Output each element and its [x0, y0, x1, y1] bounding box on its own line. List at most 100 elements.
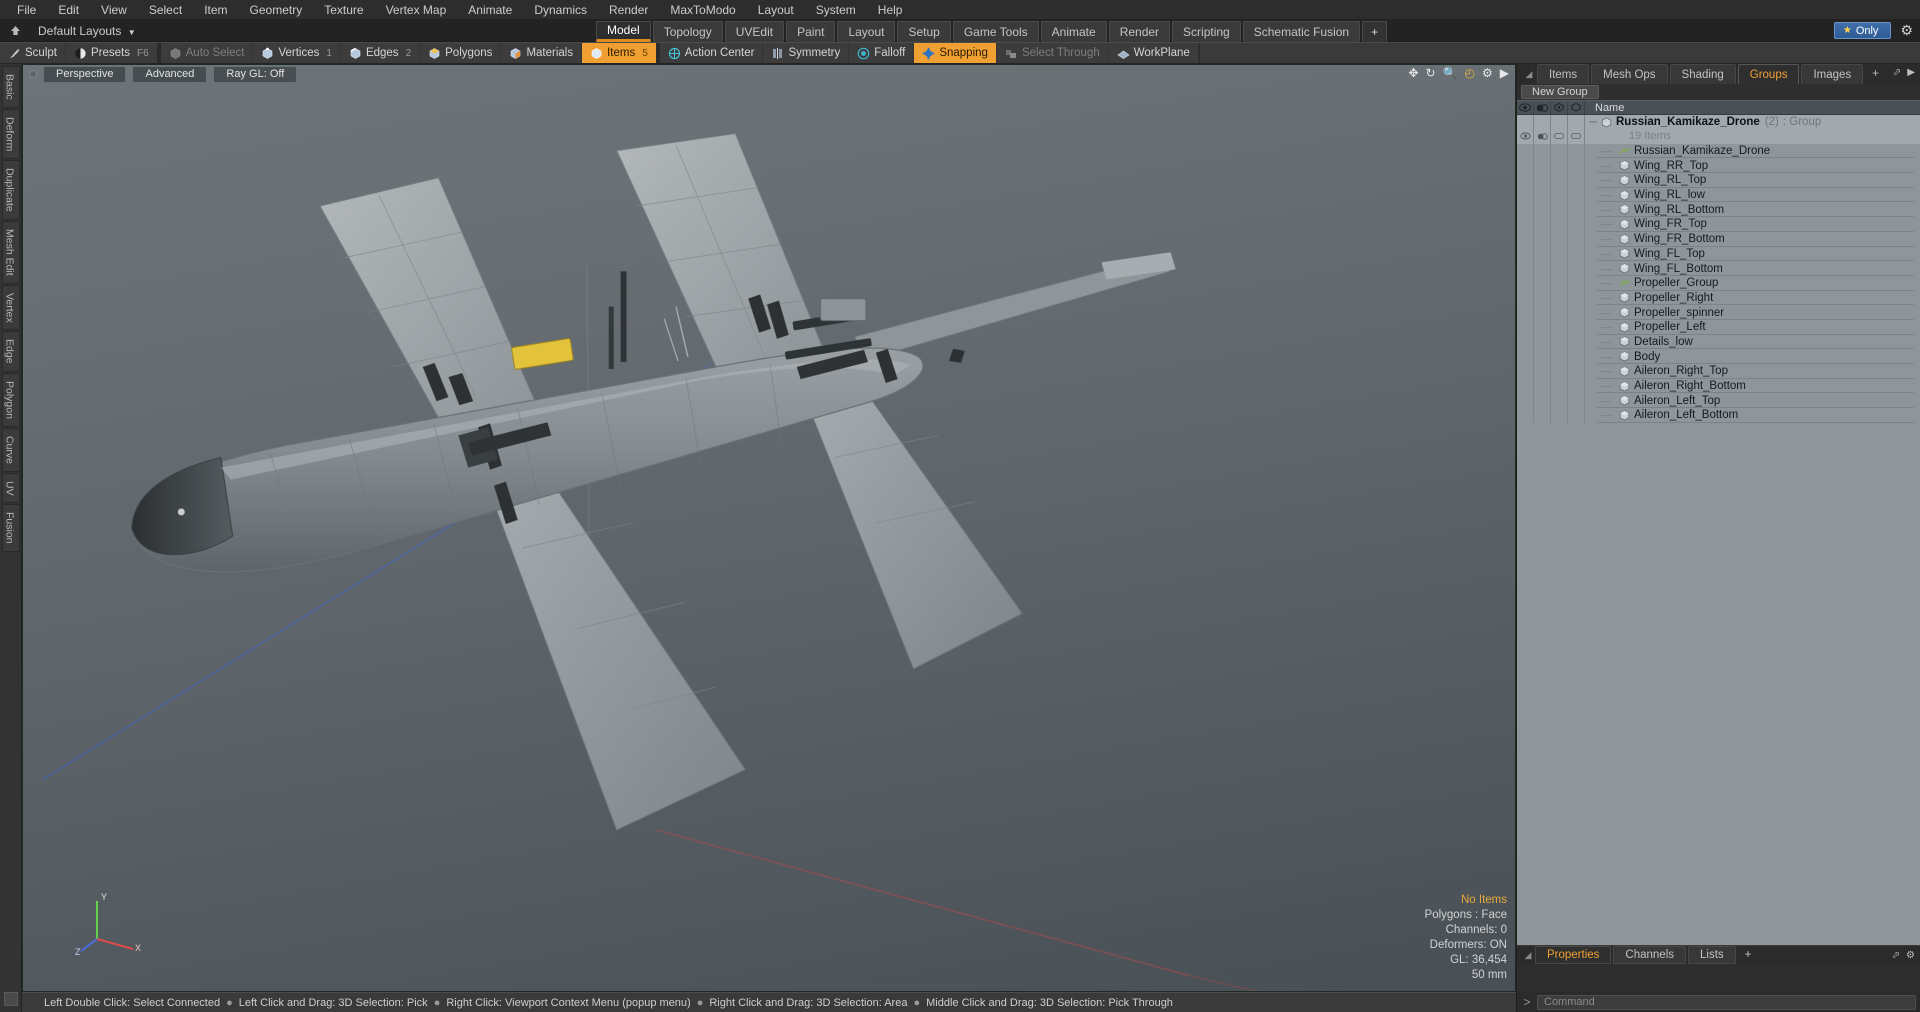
rail-tab-fusion[interactable]: Fusion	[1, 504, 20, 552]
layout-tab-topology[interactable]: Topology	[652, 21, 723, 42]
tree-row-item[interactable]: —· Details_low	[1517, 334, 1920, 350]
row-eye-toggle[interactable]	[1517, 261, 1534, 276]
layout-tab-uvedit[interactable]: UVEdit	[724, 21, 785, 42]
row-shade-toggle[interactable]	[1568, 364, 1585, 379]
row-shade-toggle[interactable]	[1568, 275, 1585, 291]
tree-row-item[interactable]: —· Propeller_Group	[1517, 275, 1920, 291]
row-eye-toggle[interactable]	[1517, 129, 1534, 144]
row-render-toggle[interactable]	[1534, 202, 1551, 218]
render-icon[interactable]	[1534, 101, 1551, 114]
default-layouts-dropdown[interactable]: Default Layouts ▼	[32, 22, 142, 40]
tree-row-item[interactable]: —· Aileron_Left_Top	[1517, 393, 1920, 409]
rail-options-button[interactable]	[3, 992, 18, 1006]
fit-icon[interactable]: ◴	[1465, 67, 1475, 79]
row-eye-toggle[interactable]	[1517, 364, 1534, 379]
panel-tab-add[interactable]: +	[1865, 64, 1886, 84]
row-shade-toggle[interactable]	[1568, 378, 1585, 394]
new-group-button[interactable]: New Group	[1521, 85, 1599, 99]
menu-file[interactable]: File	[6, 1, 47, 19]
play-icon[interactable]: ▶	[1500, 67, 1509, 79]
menu-system[interactable]: System	[805, 1, 867, 19]
command-input[interactable]	[1537, 994, 1916, 1010]
panel-tab-shading[interactable]: Shading	[1669, 64, 1736, 84]
menu-help[interactable]: Help	[867, 1, 914, 19]
tool-action-center[interactable]: Action Center	[659, 43, 764, 63]
row-render-toggle[interactable]	[1534, 261, 1551, 276]
row-lock-toggle[interactable]	[1551, 334, 1568, 350]
row-render-toggle[interactable]	[1534, 334, 1551, 350]
tool-select-through[interactable]: Select Through	[996, 43, 1109, 63]
eye-icon[interactable]	[1517, 101, 1534, 114]
row-eye-toggle[interactable]	[1517, 143, 1534, 159]
row-lock-toggle[interactable]	[1551, 305, 1568, 320]
rail-tab-mesh-edit[interactable]: Mesh Edit	[1, 220, 20, 284]
row-shade-toggle[interactable]	[1568, 115, 1585, 129]
row-lock-toggle[interactable]	[1551, 129, 1568, 144]
tool-sculpt[interactable]: Sculpt	[0, 43, 66, 63]
menu-view[interactable]: View	[90, 1, 138, 19]
menu-render[interactable]: Render	[598, 1, 659, 19]
row-lock-toggle[interactable]	[1551, 408, 1568, 423]
row-eye-toggle[interactable]	[1517, 275, 1534, 291]
3d-viewport[interactable]: Perspective Advanced Ray GL: Off ✥ ↻ 🔍 ◴…	[22, 64, 1516, 992]
rail-tab-deform[interactable]: Deform	[1, 108, 20, 160]
expand-icon[interactable]: ⬀	[1892, 950, 1900, 961]
row-lock-toggle[interactable]	[1551, 319, 1568, 335]
tool-materials[interactable]: Materials	[501, 43, 583, 63]
panel-tab-mesh-ops[interactable]: Mesh Ops	[1591, 64, 1668, 84]
row-shade-toggle[interactable]	[1568, 261, 1585, 276]
row-render-toggle[interactable]	[1534, 187, 1551, 203]
gear-icon[interactable]: ⚙	[1482, 67, 1493, 79]
row-shade-toggle[interactable]	[1568, 319, 1585, 335]
panel-tab-items[interactable]: Items	[1537, 64, 1590, 84]
menu-edit[interactable]: Edit	[47, 1, 90, 19]
rail-tab-uv[interactable]: UV	[1, 472, 20, 504]
row-shade-toggle[interactable]	[1568, 393, 1585, 409]
row-eye-toggle[interactable]	[1517, 393, 1534, 409]
gear-icon[interactable]: ⚙	[1906, 950, 1915, 961]
layout-tab-animate[interactable]: Animate	[1040, 21, 1107, 42]
row-eye-toggle[interactable]	[1517, 290, 1534, 306]
row-lock-toggle[interactable]	[1551, 364, 1568, 379]
move-icon[interactable]: ✥	[1408, 67, 1418, 79]
row-eye-toggle[interactable]	[1517, 378, 1534, 394]
row-render-toggle[interactable]	[1534, 319, 1551, 335]
bottom-tab-lists[interactable]: Lists	[1688, 946, 1736, 964]
tree-row-item[interactable]: —· Wing_FL_Bottom	[1517, 261, 1920, 276]
row-lock-toggle[interactable]	[1551, 261, 1568, 276]
bottom-tab-channels[interactable]: Channels	[1613, 946, 1687, 964]
panel-corner-icon[interactable]: ◢	[1521, 946, 1535, 964]
menu-maxtomodo[interactable]: MaxToModo	[659, 1, 746, 19]
row-render-toggle[interactable]	[1534, 393, 1551, 409]
row-shade-toggle[interactable]	[1568, 158, 1585, 174]
layout-tab-scripting[interactable]: Scripting	[1172, 21, 1241, 42]
layout-tab-setup[interactable]: Setup	[897, 21, 951, 42]
row-eye-toggle[interactable]	[1517, 305, 1534, 320]
row-lock-toggle[interactable]	[1551, 202, 1568, 218]
row-eye-toggle[interactable]	[1517, 334, 1534, 350]
lock-icon[interactable]	[1551, 101, 1568, 114]
tree-row-item[interactable]: —· Wing_FR_Top	[1517, 217, 1920, 232]
panel-tab-images[interactable]: Images	[1801, 64, 1864, 84]
viewport-raygl-toggle[interactable]: Ray GL: Off	[213, 65, 298, 83]
bottom-tab-properties[interactable]: Properties	[1535, 946, 1612, 964]
rail-tab-duplicate[interactable]: Duplicate	[1, 160, 20, 220]
home-up-icon[interactable]	[4, 21, 26, 41]
tree-row-item[interactable]: —· Aileron_Right_Bottom	[1517, 378, 1920, 394]
rotate-icon[interactable]: ↻	[1426, 67, 1436, 79]
menu-geometry[interactable]: Geometry	[239, 1, 314, 19]
row-eye-toggle[interactable]	[1517, 349, 1534, 364]
rail-tab-vertex[interactable]: Vertex	[1, 284, 20, 331]
tree-row-item[interactable]: —· Body	[1517, 349, 1920, 364]
tree-row-item[interactable]: —· Aileron_Right_Top	[1517, 364, 1920, 379]
row-render-toggle[interactable]	[1534, 246, 1551, 262]
tool-edges[interactable]: Edges 2	[340, 43, 421, 63]
tool-snapping[interactable]: Snapping	[914, 43, 997, 63]
row-shade-toggle[interactable]	[1568, 217, 1585, 232]
row-render-toggle[interactable]	[1534, 378, 1551, 394]
tool-presets[interactable]: Presets F6	[65, 43, 160, 63]
row-shade-toggle[interactable]	[1568, 231, 1585, 247]
row-lock-toggle[interactable]	[1551, 393, 1568, 409]
tree-row-item[interactable]: —· Wing_RL_Top	[1517, 173, 1920, 188]
row-lock-toggle[interactable]	[1551, 378, 1568, 394]
